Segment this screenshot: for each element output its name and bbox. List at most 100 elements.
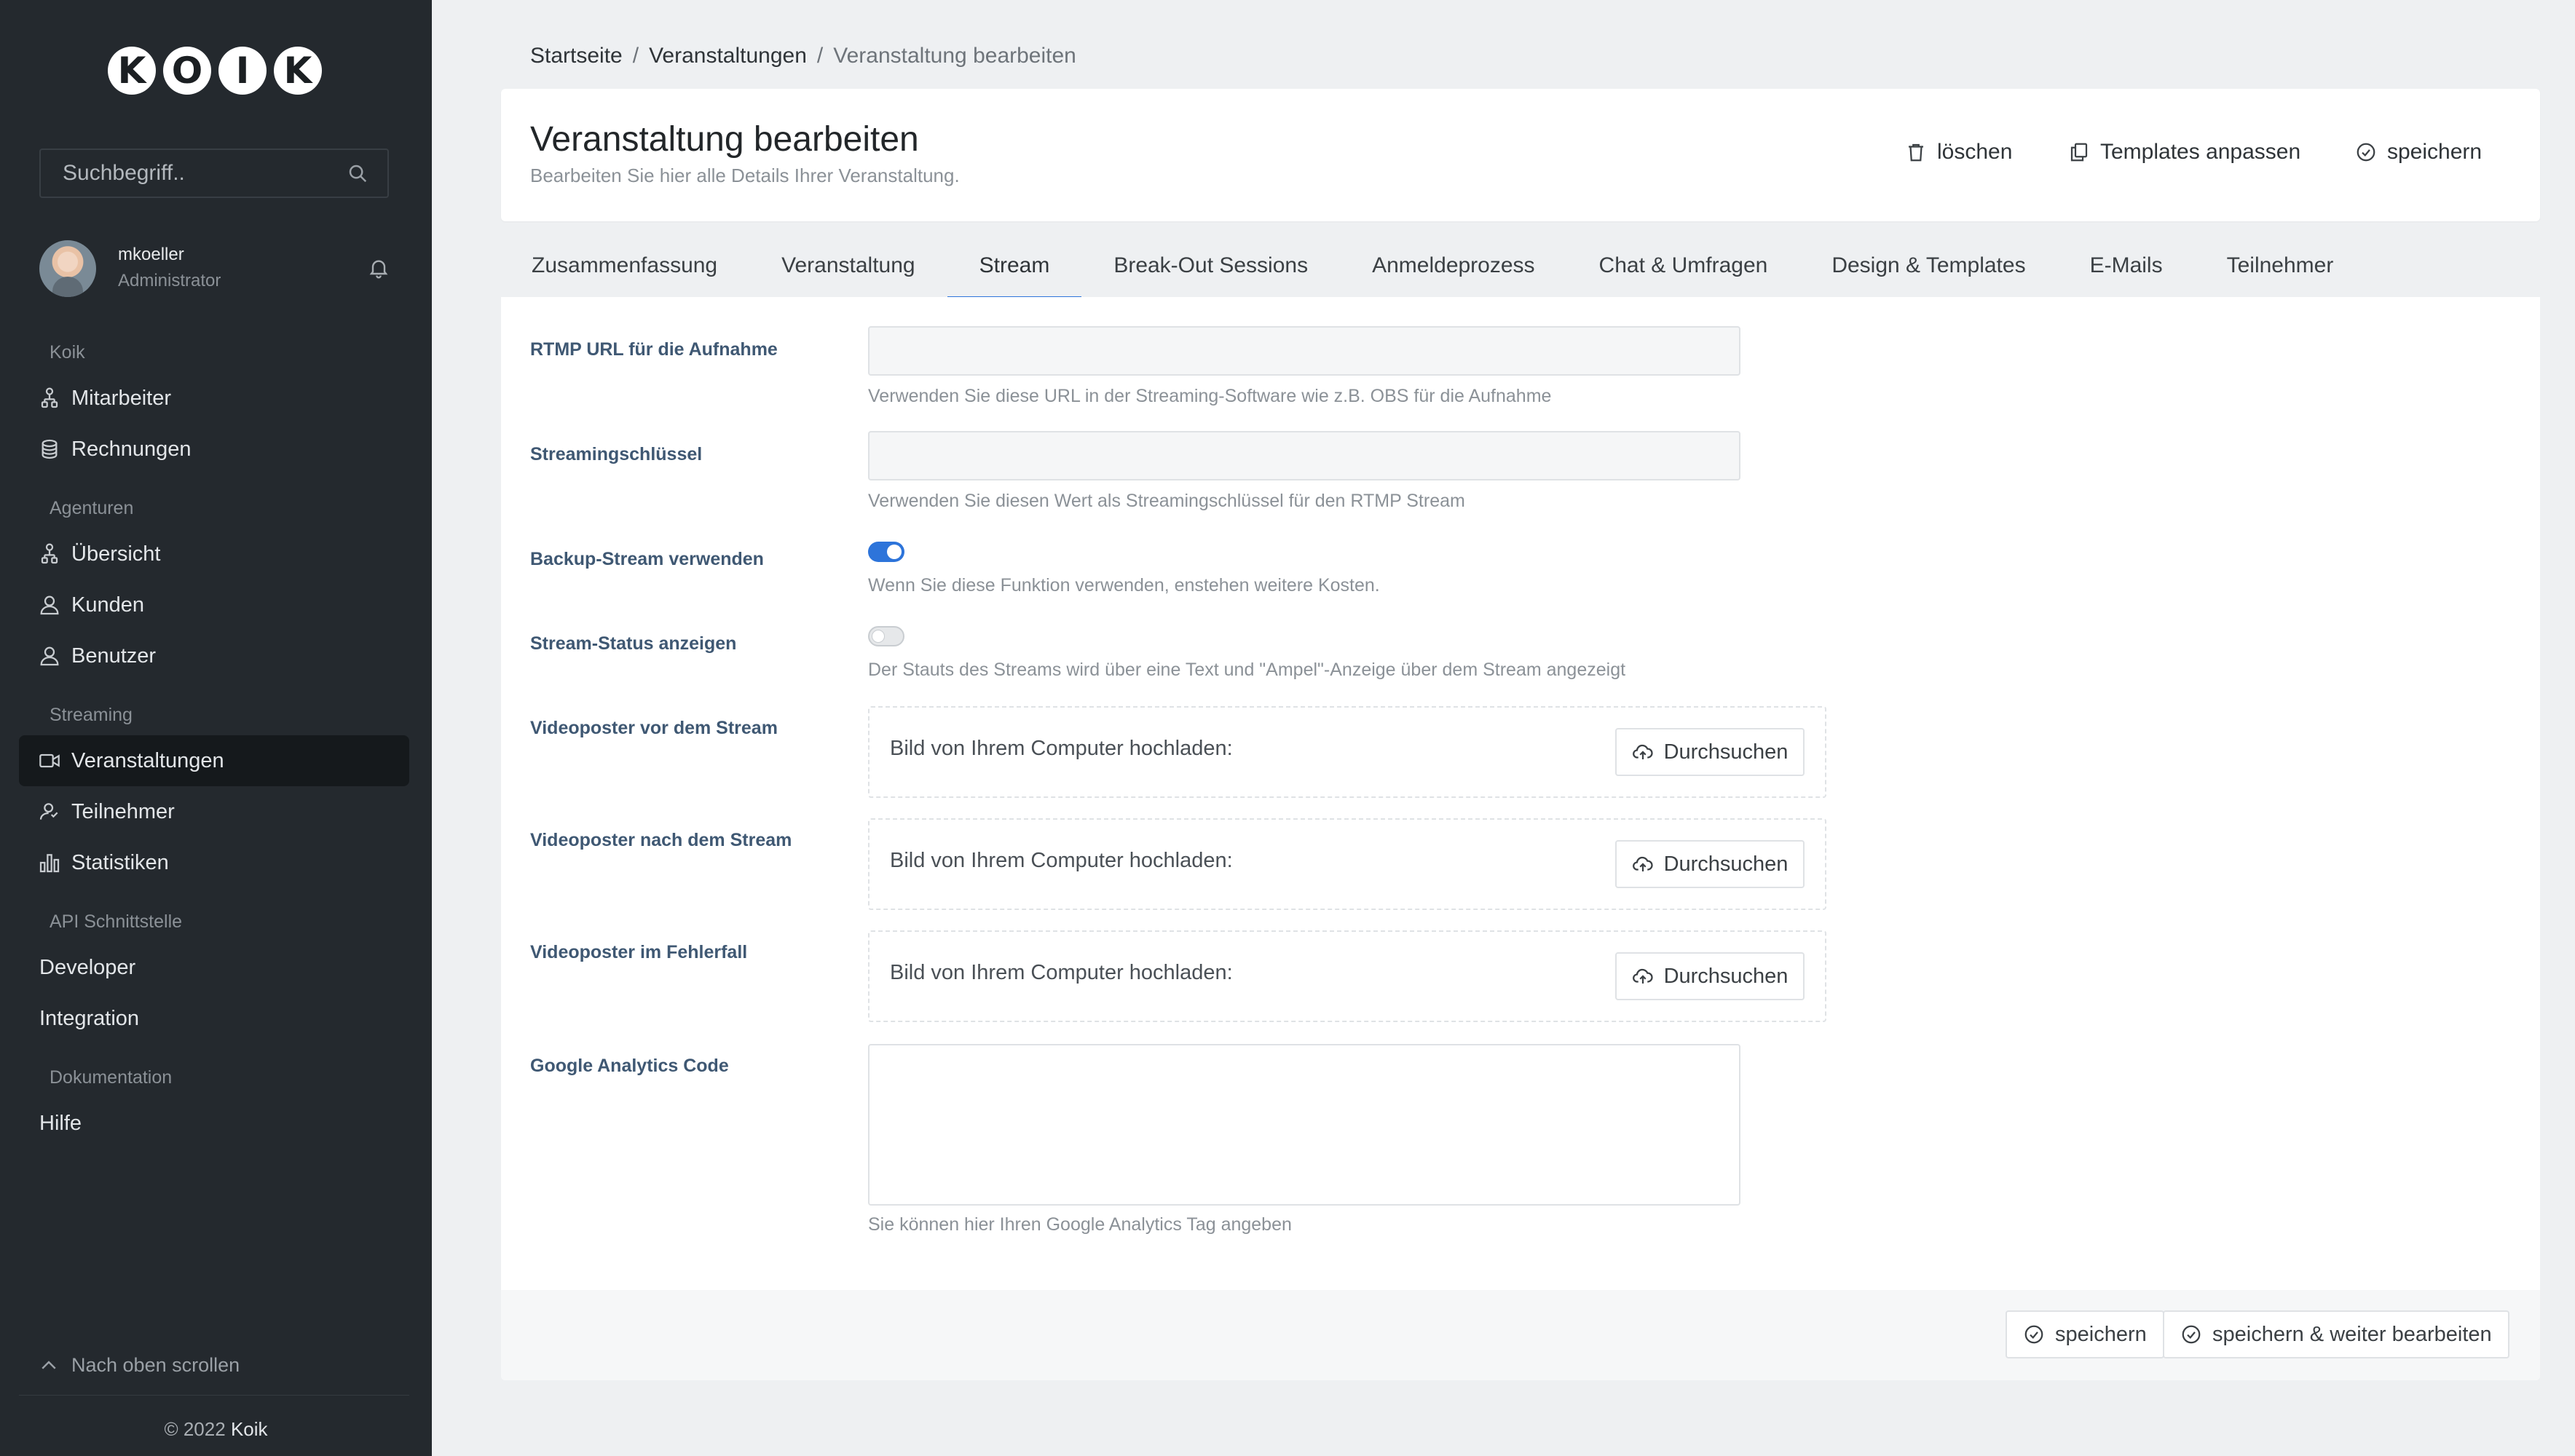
cloud-upload-icon	[1632, 856, 1653, 871]
scroll-to-top-link[interactable]: Nach oben scrollen	[38, 1354, 240, 1377]
tab-break-out-sessions[interactable]: Break-Out Sessions	[1081, 240, 1340, 297]
browse-label: Durchsuchen	[1663, 852, 1789, 876]
sidebar-item-integration[interactable]: Integration	[19, 993, 409, 1044]
nav-section-api: API Schnittstelle	[50, 911, 183, 932]
sidebar-item-rechnungen[interactable]: Rechnungen	[19, 424, 409, 475]
sidebar-item-teilnehmer[interactable]: Teilnehmer	[19, 786, 409, 837]
sidebar-item-statistiken[interactable]: Statistiken	[19, 837, 409, 888]
poster-after-label: Videoposter nach dem Stream	[530, 830, 792, 850]
sidebar-item-label: Kunden	[71, 593, 144, 617]
user-profile[interactable]: mkoeller Administrator	[39, 240, 395, 297]
tab-stream[interactable]: Stream	[947, 240, 1082, 298]
stream-status-toggle[interactable]	[868, 626, 904, 646]
search-icon[interactable]	[347, 162, 368, 184]
tab-teilnehmer[interactable]: Teilnehmer	[2195, 240, 2366, 297]
sidebar-item-label: Benutzer	[71, 644, 157, 668]
poster-before-label: Videoposter vor dem Stream	[530, 718, 778, 738]
footer-save-label: speichern	[2055, 1322, 2147, 1346]
trash-icon	[1909, 143, 1923, 162]
sidebar-item-uebersicht[interactable]: Übersicht	[19, 529, 409, 579]
sidebar-item-label: Statistiken	[71, 850, 169, 874]
sidebar-item-veranstaltungen[interactable]: Veranstaltungen	[19, 735, 409, 786]
save-button[interactable]: speichern	[2355, 140, 2482, 165]
browse-label: Durchsuchen	[1663, 964, 1789, 988]
logo-letter: K	[274, 47, 322, 95]
poster-error-label: Videoposter im Fehlerfall	[530, 942, 748, 962]
page-subtitle: Bearbeiten Sie hier alle Details Ihrer V…	[530, 165, 960, 186]
streaming-key-input[interactable]	[868, 431, 1740, 480]
logo-letter: K	[108, 47, 156, 95]
breadcrumb-separator: /	[816, 44, 824, 68]
check-circle-icon	[2024, 1325, 2043, 1344]
users-icon	[38, 387, 61, 410]
breadcrumb-section[interactable]: Veranstaltungen	[649, 44, 807, 68]
sidebar-item-developer[interactable]: Developer	[19, 942, 409, 993]
rtmp-url-input[interactable]	[868, 326, 1740, 376]
search-input[interactable]: Suchbegriff..	[39, 149, 389, 198]
koik-logo[interactable]: K O I K	[108, 47, 322, 95]
nav-section-agenturen: Agenturen	[50, 498, 134, 518]
tab-anmeldeprozess[interactable]: Anmeldeprozess	[1340, 240, 1566, 297]
footer-save-button[interactable]: speichern	[2006, 1310, 2164, 1358]
upload-text: Bild von Ihrem Computer hochladen:	[890, 849, 1233, 872]
save-label: speichern	[2387, 140, 2483, 164]
cloud-upload-icon	[1632, 968, 1653, 984]
browse-button[interactable]: Durchsuchen	[1615, 840, 1805, 888]
tab-zusammenfassung[interactable]: Zusammenfassung	[501, 240, 749, 297]
breadcrumb-separator: /	[632, 44, 639, 68]
sidebar-item-hilfe[interactable]: Hilfe	[19, 1098, 409, 1149]
coins-icon	[38, 438, 61, 461]
users-icon	[38, 542, 61, 566]
google-analytics-textarea[interactable]	[868, 1044, 1740, 1206]
templates-button[interactable]: Templates anpassen	[2068, 140, 2300, 165]
scroll-to-top-label: Nach oben scrollen	[71, 1354, 240, 1376]
stream-status-help: Der Stauts des Streams wird über eine Te…	[868, 660, 1626, 680]
bell-icon[interactable]	[367, 255, 390, 281]
backup-stream-toggle[interactable]	[868, 542, 904, 562]
poster-error-upload: Bild von Ihrem Computer hochladen: Durch…	[868, 930, 1826, 1022]
breadcrumb-current: Veranstaltung bearbeiten	[833, 44, 1076, 68]
sidebar-item-label: Übersicht	[71, 542, 161, 566]
google-analytics-label: Google Analytics Code	[530, 1056, 729, 1076]
sidebar-item-benutzer[interactable]: Benutzer	[19, 630, 409, 681]
logo-letter: O	[163, 47, 211, 95]
copyright-brand: Koik	[230, 1418, 268, 1440]
sidebar-item-label: Rechnungen	[71, 437, 192, 461]
tab-e-mails[interactable]: E-Mails	[2058, 240, 2195, 297]
form-footer: speichern speichern & weiter bearbeiten	[501, 1290, 2540, 1380]
google-analytics-help: Sie können hier Ihren Google Analytics T…	[868, 1214, 1292, 1235]
delete-label: löschen	[1937, 140, 2013, 164]
breadcrumb: Startseite / Veranstaltungen / Veranstal…	[530, 44, 1076, 68]
check-circle-icon	[2182, 1325, 2201, 1344]
sidebar-item-label: Mitarbeiter	[71, 386, 171, 410]
copy-icon	[2070, 143, 2088, 162]
save-and-continue-button[interactable]: speichern & weiter bearbeiten	[2163, 1310, 2509, 1358]
rtmp-url-label: RTMP URL für die Aufnahme	[530, 339, 778, 360]
browse-button[interactable]: Durchsuchen	[1615, 728, 1805, 776]
page-title: Veranstaltung bearbeiten	[530, 120, 919, 159]
browse-label: Durchsuchen	[1663, 740, 1789, 764]
user-role: Administrator	[118, 271, 221, 290]
backup-stream-label: Backup-Stream verwenden	[530, 549, 764, 569]
user-icon	[38, 644, 61, 668]
check-circle-icon	[2357, 143, 2375, 162]
divider	[19, 1395, 409, 1396]
delete-button[interactable]: löschen	[1905, 140, 2012, 165]
sidebar-item-kunden[interactable]: Kunden	[19, 579, 409, 630]
sidebar-item-mitarbeiter[interactable]: Mitarbeiter	[19, 373, 409, 424]
backup-stream-help: Wenn Sie diese Funktion verwenden, enste…	[868, 575, 1380, 596]
streaming-key-label: Streamingschlüssel	[530, 444, 703, 464]
tab-design-templates[interactable]: Design & Templates	[1799, 240, 2057, 297]
sidebar-item-label: Hilfe	[39, 1111, 82, 1135]
cloud-upload-icon	[1632, 744, 1653, 759]
tab-chat-umfragen[interactable]: Chat & Umfragen	[1567, 240, 1800, 297]
browse-button[interactable]: Durchsuchen	[1615, 952, 1805, 1000]
breadcrumb-home[interactable]: Startseite	[530, 44, 623, 68]
search-placeholder: Suchbegriff..	[63, 161, 185, 185]
video-icon	[38, 749, 61, 772]
sidebar: K O I K Suchbegriff.. mkoeller Administr…	[0, 0, 432, 1456]
stream-status-label: Stream-Status anzeigen	[530, 633, 737, 654]
streaming-key-help: Verwenden Sie diesen Wert als Streamings…	[868, 491, 1465, 511]
stream-form: RTMP URL für die Aufnahme Verwenden Sie …	[501, 297, 2540, 1380]
tab-veranstaltung[interactable]: Veranstaltung	[749, 240, 947, 297]
